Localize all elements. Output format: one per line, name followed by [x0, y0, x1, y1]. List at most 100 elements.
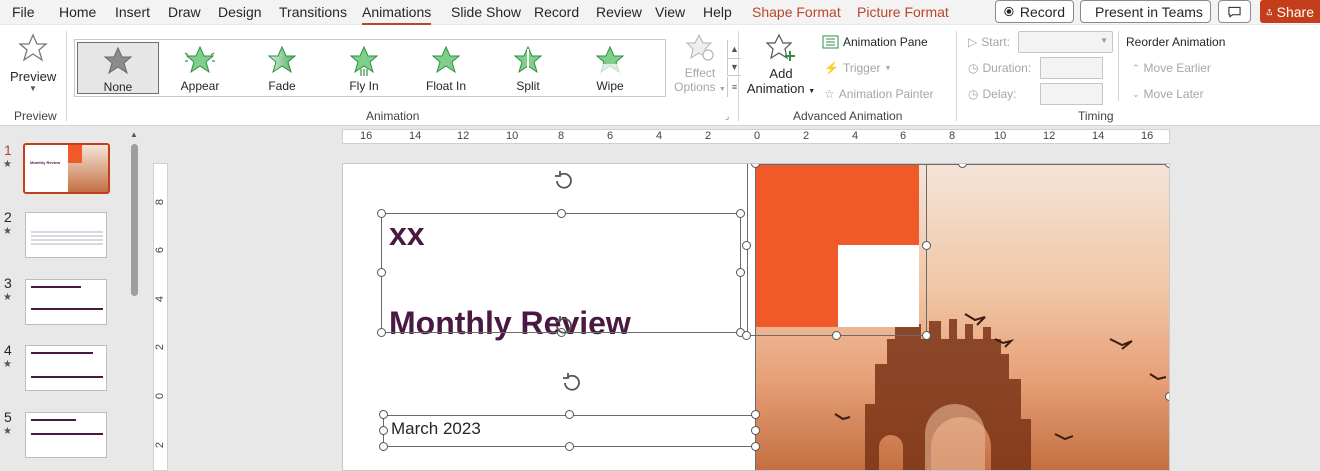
ruler-number: 4 [656, 130, 663, 142]
trigger-button[interactable]: ⚡ Trigger ▼ [824, 61, 891, 75]
animation-pane-label: Animation Pane [843, 35, 928, 49]
group-label-timing: Timing [1078, 109, 1114, 123]
resize-handle[interactable] [379, 426, 388, 435]
clock-icon: ◷ [968, 61, 979, 75]
slide-thumbnail-2[interactable] [25, 212, 107, 258]
tab-draw[interactable]: Draw [168, 4, 201, 20]
rotate-handle-icon[interactable] [551, 314, 577, 336]
animation-label: Wipe [596, 79, 624, 93]
animation-fly-in[interactable]: Fly In [323, 42, 405, 94]
resize-handle[interactable] [832, 331, 841, 340]
move-later-button[interactable]: ⌄ Move Later [1132, 87, 1204, 101]
separator [1118, 31, 1119, 101]
duration-field[interactable] [1040, 57, 1103, 79]
present-in-teams-button[interactable]: Present in Teams [1080, 0, 1211, 23]
resize-handle[interactable] [922, 331, 931, 340]
tab-design[interactable]: Design [218, 4, 262, 20]
animation-label: Float In [425, 79, 467, 93]
resize-handle[interactable] [751, 442, 760, 451]
fade-star-icon [267, 45, 297, 74]
resize-handle[interactable] [1165, 392, 1169, 401]
ruler-number: 10 [994, 130, 1007, 142]
resize-handle[interactable] [922, 241, 931, 250]
tab-animations[interactable]: Animations [362, 4, 432, 25]
delay-field[interactable] [1040, 83, 1103, 105]
comment-icon [1228, 6, 1241, 18]
ruler-number: 0 [754, 130, 761, 142]
tab-view[interactable]: View [655, 4, 685, 20]
animation-appear[interactable]: Appear [159, 42, 241, 94]
group-label-preview: Preview [14, 109, 57, 123]
resize-handle[interactable] [377, 268, 386, 277]
resize-handle[interactable] [379, 442, 388, 451]
animation-none[interactable]: None [77, 42, 159, 94]
slide-number-4: 4 [4, 342, 12, 358]
slide-thumbnail-5[interactable] [25, 412, 107, 458]
record-button[interactable]: Record [995, 0, 1074, 23]
animation-dialog-launcher-icon[interactable]: ⌟ [725, 111, 729, 122]
tab-help[interactable]: Help [703, 4, 732, 20]
share-label: Share [1276, 3, 1314, 20]
tab-file[interactable]: File [12, 4, 35, 20]
resize-handle[interactable] [742, 241, 751, 250]
ruler-number: 0 [154, 392, 167, 400]
record-label: Record [1019, 3, 1065, 20]
tab-record[interactable]: Record [534, 4, 579, 20]
animation-float-in[interactable]: Float In [405, 42, 487, 94]
ruler-number: 8 [949, 130, 956, 142]
slide-thumbnail-1[interactable]: Monthly Review [23, 143, 110, 194]
resize-handle[interactable] [377, 209, 386, 218]
tab-slide-show[interactable]: Slide Show [451, 4, 521, 20]
comments-button[interactable] [1218, 0, 1251, 23]
effect-options-label-2: Options ▼ [674, 80, 726, 94]
slide-thumbnail-3[interactable] [25, 279, 107, 325]
none-star-icon [103, 46, 133, 75]
tab-home[interactable]: Home [59, 4, 96, 20]
resize-handle[interactable] [565, 442, 574, 451]
present-label: Present in Teams [1095, 3, 1203, 20]
rotate-handle-icon[interactable] [551, 169, 577, 191]
resize-handle[interactable] [736, 268, 745, 277]
chevron-up-icon: ⌃ [1132, 62, 1140, 73]
move-earlier-button[interactable]: ⌃ Move Earlier [1132, 61, 1211, 75]
animation-wipe[interactable]: Wipe [569, 42, 651, 94]
tab-transitions[interactable]: Transitions [279, 4, 347, 20]
start-dropdown[interactable]: ▼ [1018, 31, 1113, 53]
share-button[interactable]: Share [1260, 0, 1320, 23]
group-label-animation: Animation [366, 109, 420, 123]
resize-handle[interactable] [379, 410, 388, 419]
resize-handle[interactable] [565, 410, 574, 419]
effect-options-button[interactable]: Effect Options ▼ [672, 33, 728, 103]
resize-handle[interactable] [742, 331, 751, 340]
tab-picture-format[interactable]: Picture Format [857, 4, 949, 20]
scroll-up-icon[interactable]: ▲ [130, 130, 138, 139]
animation-split[interactable]: Split [487, 42, 569, 94]
animation-star-icon: ★ [3, 159, 12, 170]
slide-number-3: 3 [4, 275, 12, 291]
share-icon [1266, 8, 1272, 15]
thumb-heading [31, 419, 76, 421]
animation-pane-button[interactable]: Animation Pane [822, 35, 928, 49]
tab-insert[interactable]: Insert [115, 4, 150, 20]
preview-button[interactable]: Preview ▼ [10, 31, 56, 103]
animation-label: None [103, 80, 133, 94]
animation-fade[interactable]: Fade [241, 42, 323, 94]
animation-painter-button[interactable]: ☆ Animation Painter [824, 87, 933, 101]
tab-review[interactable]: Review [596, 4, 642, 20]
ruler-number: 16 [1141, 130, 1154, 142]
rotate-handle-icon[interactable] [559, 371, 585, 393]
scroll-thumb[interactable] [131, 144, 138, 296]
animation-label: Fade [268, 79, 296, 93]
slide-thumbnail-4[interactable] [25, 345, 107, 391]
thumbnail-scrollbar[interactable]: ▲ [130, 130, 139, 471]
resize-handle[interactable] [736, 209, 745, 218]
tab-shape-format[interactable]: Shape Format [752, 4, 841, 20]
resize-handle[interactable] [557, 209, 566, 218]
resize-handle[interactable] [751, 426, 760, 435]
resize-handle[interactable] [377, 328, 386, 337]
trigger-label: Trigger [842, 61, 881, 75]
add-animation-button[interactable]: Add Animation ▼ [745, 33, 817, 105]
slide-canvas[interactable]: xx Monthly Review March 2023 [342, 163, 1170, 471]
resize-handle[interactable] [751, 410, 760, 419]
ruler-number: 6 [154, 246, 167, 254]
